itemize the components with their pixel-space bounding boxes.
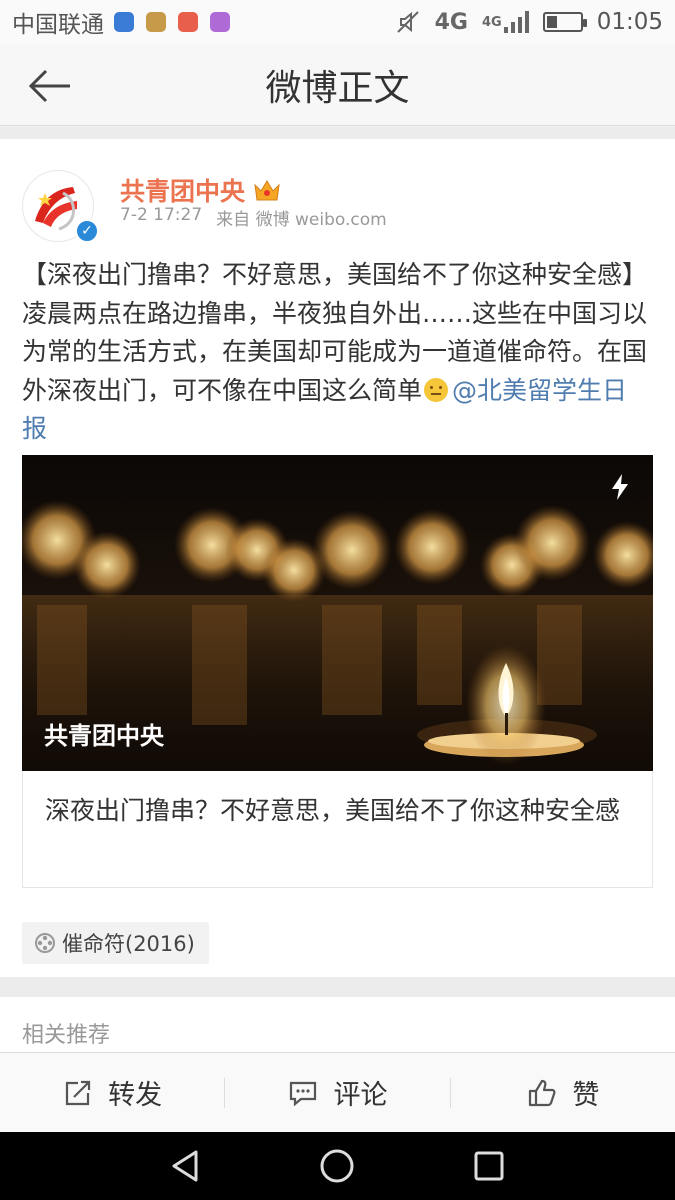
flash-icon	[612, 474, 628, 500]
clock: 01:05	[596, 9, 663, 35]
related-section: 相关推荐	[0, 997, 675, 1052]
article-link[interactable]: 深夜出门撸串？不好意思，美国给不了你这种安全感	[22, 771, 653, 888]
thumbs-up-icon	[529, 1079, 556, 1106]
signal-icon	[503, 11, 529, 33]
verified-badge-icon: ✓	[75, 219, 99, 243]
separator	[0, 977, 675, 997]
film-reel-icon	[35, 933, 55, 953]
system-navigation-bar	[0, 1132, 675, 1200]
network-type: 4G	[434, 9, 468, 35]
related-label: 相关推荐	[22, 1023, 111, 1048]
nav-home-icon[interactable]	[317, 1146, 357, 1186]
repost-button[interactable]: 转发	[0, 1073, 224, 1112]
status-bar: 中国联通 4G 4G 01:05	[0, 0, 675, 44]
page-title: 微博正文	[265, 67, 410, 109]
back-arrow-icon[interactable]	[24, 66, 76, 106]
post-text: 【深夜出门撸串？不好意思，美国给不了你这种安全感】凌晨两点在路边撸串，半夜独自外…	[22, 256, 652, 449]
navigation-bar: 微博正文	[0, 44, 675, 126]
separator	[0, 127, 675, 139]
mute-icon	[396, 11, 419, 33]
repost-icon	[66, 1080, 91, 1105]
nav-back-icon[interactable]	[166, 1146, 206, 1186]
article-title: 深夜出门撸串？不好意思，美国给不了你这种安全感	[45, 796, 621, 825]
image-caption: 共青团中央	[44, 722, 164, 750]
app-icon	[178, 12, 198, 32]
article-image[interactable]: 共青团中央	[22, 455, 653, 771]
battery-icon	[542, 12, 587, 32]
nav-recents-icon[interactable]	[469, 1146, 509, 1186]
post-source: 来自 微博 weibo.com	[216, 210, 387, 230]
carrier-label: 中国联通	[12, 12, 104, 38]
post-meta: 7-2 17:27 来自 微博 weibo.com	[120, 205, 387, 230]
paw-app-icon	[114, 12, 134, 32]
author-name[interactable]: 共青团中央	[120, 172, 281, 208]
action-bar: 转发 评论 赞	[0, 1052, 675, 1132]
comment-button[interactable]: 评论	[225, 1073, 449, 1112]
topic-label: 催命符(2016)	[62, 932, 195, 956]
network-type-2: 4G	[481, 15, 502, 30]
avatar[interactable]: ✓	[22, 170, 99, 243]
post-time: 7-2 17:27	[120, 205, 203, 225]
app-icon	[146, 12, 166, 32]
topic-tag[interactable]: 催命符(2016)	[22, 922, 209, 964]
like-button[interactable]: 赞	[451, 1073, 675, 1112]
crown-icon	[254, 180, 280, 201]
comment-icon	[290, 1081, 317, 1106]
weibo-card: ✓ 共青团中央 7-2 17:27 来自 微博 weibo.com 【深夜出门撸…	[0, 139, 675, 977]
smile-emoji-icon	[424, 377, 449, 402]
app-icon	[210, 12, 230, 32]
